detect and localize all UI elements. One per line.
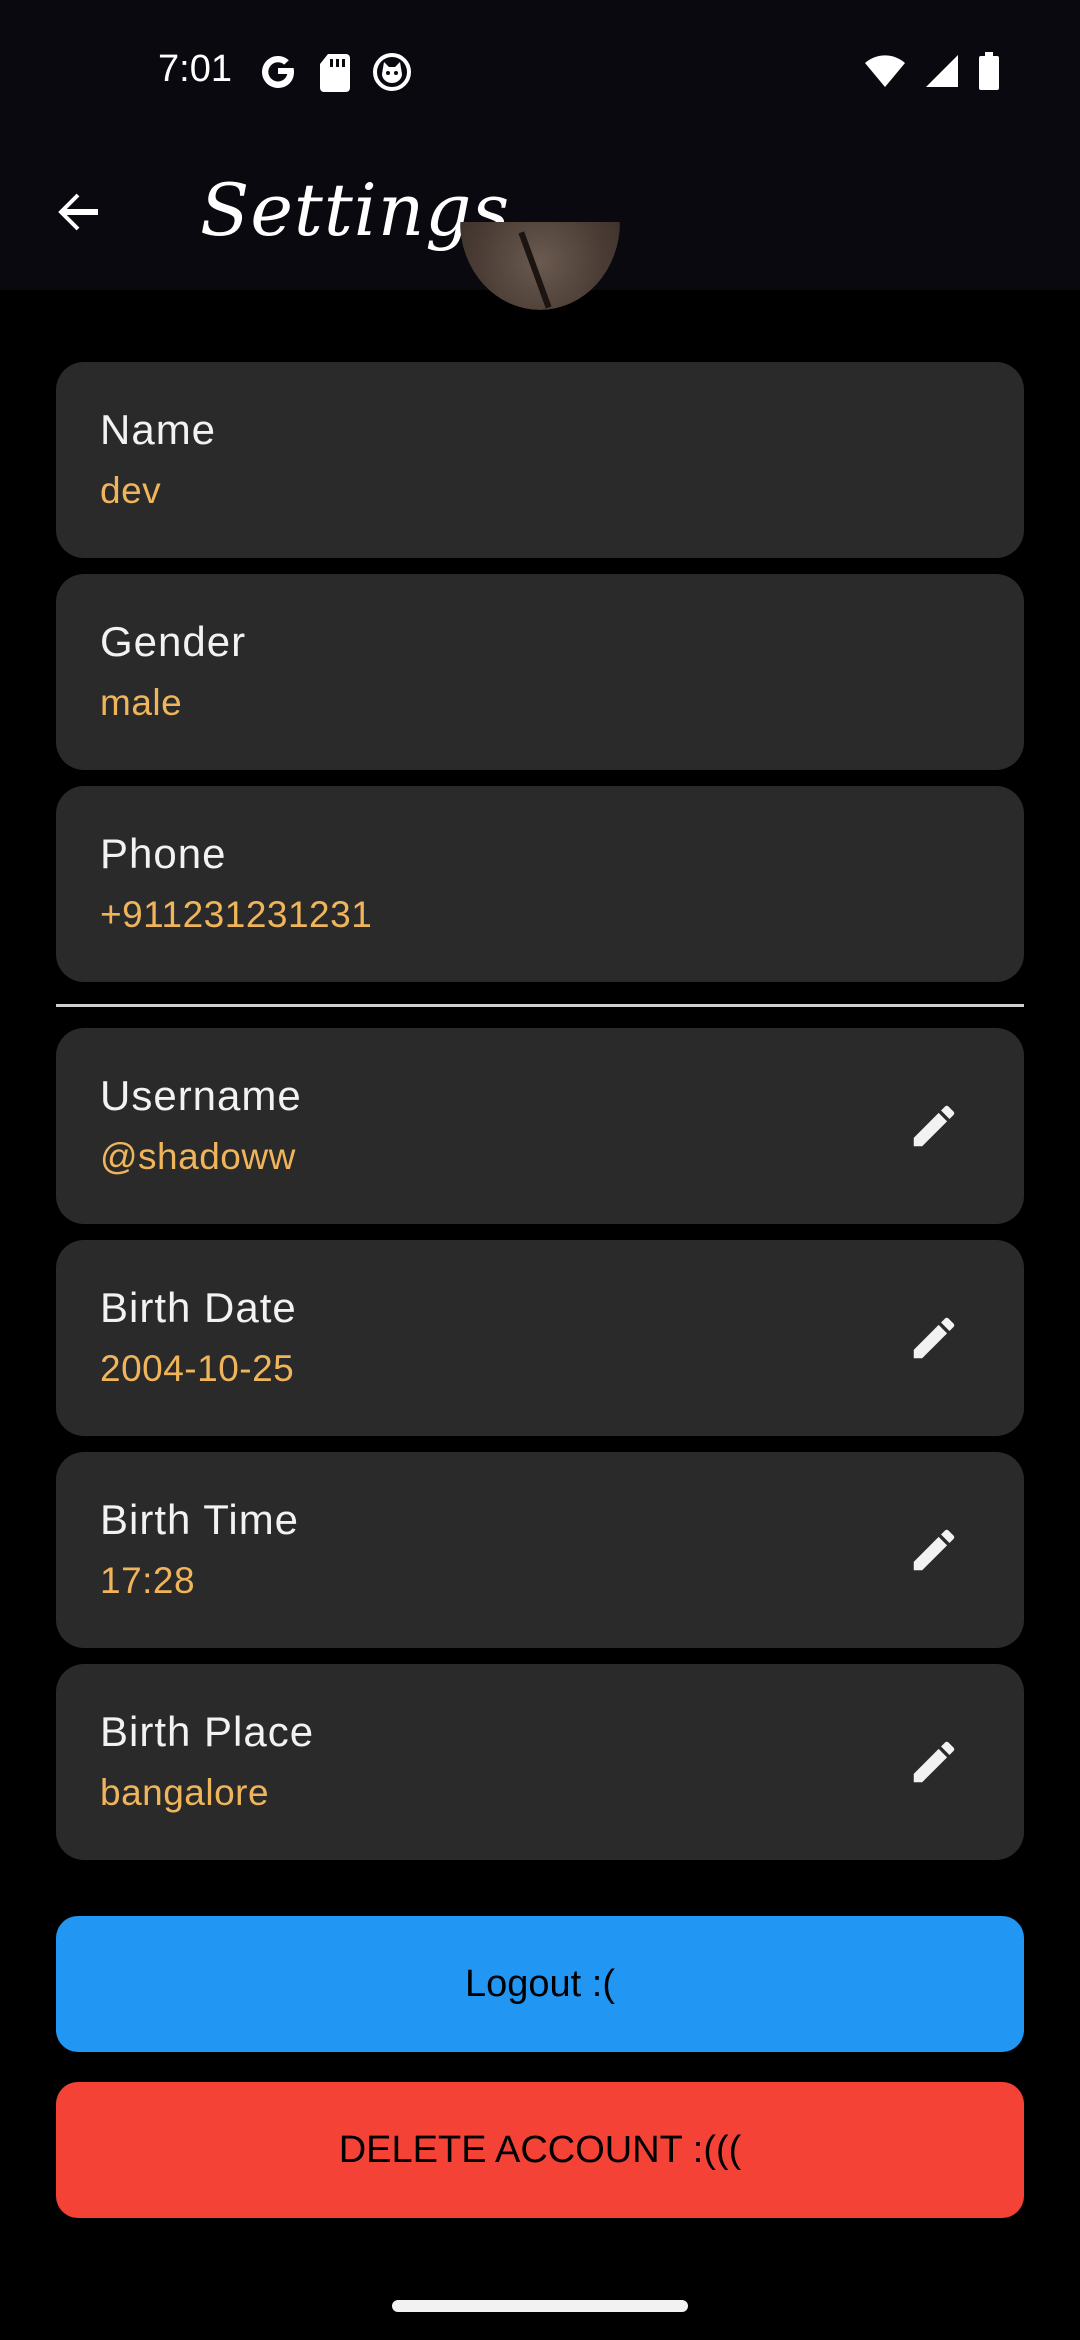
birth-place-card: Birth Place bangalore: [56, 1664, 1024, 1860]
wifi-icon: [865, 55, 905, 87]
username-label: Username: [100, 1072, 302, 1119]
name-label: Name: [100, 406, 217, 453]
sd-card-icon: [320, 54, 350, 92]
status-time: 7:01: [158, 48, 232, 90]
phone-value: +911231231231: [100, 894, 373, 935]
birth-time-value: 17:28: [100, 1560, 196, 1601]
birth-date-label: Birth Date: [100, 1284, 297, 1331]
edit-birth-time-button[interactable]: [904, 1520, 964, 1580]
back-button[interactable]: [46, 180, 110, 244]
arrow-back-icon: [58, 193, 98, 231]
pencil-icon: [913, 1741, 955, 1783]
username-card: Username @shadoww: [56, 1028, 1024, 1224]
pencil-icon: [913, 1105, 955, 1147]
gender-card: Gender male: [56, 574, 1024, 770]
edit-birth-date-button[interactable]: [904, 1308, 964, 1368]
avatar[interactable]: [460, 222, 620, 310]
google-icon: [261, 56, 294, 88]
cat-notification-icon: [373, 53, 411, 91]
edit-birth-place-button[interactable]: [904, 1732, 964, 1792]
delete-account-button[interactable]: DELETE ACCOUNT :(((: [56, 2082, 1024, 2218]
home-indicator[interactable]: [392, 2300, 688, 2312]
status-icons-right: [864, 52, 1000, 90]
birth-date-value: 2004-10-25: [100, 1348, 295, 1389]
birth-place-value: bangalore: [100, 1772, 270, 1813]
name-card: Name dev: [56, 362, 1024, 558]
birth-time-label: Birth Time: [100, 1496, 300, 1543]
birth-time-card: Birth Time 17:28: [56, 1452, 1024, 1648]
pencil-icon: [913, 1529, 955, 1571]
gender-label: Gender: [100, 618, 247, 665]
signal-icon: [926, 55, 958, 87]
divider: [56, 1004, 1024, 1007]
battery-icon: [979, 52, 999, 90]
gender-value: male: [100, 682, 183, 723]
phone-card: Phone +911231231231: [56, 786, 1024, 982]
username-value: @shadoww: [100, 1136, 296, 1177]
pencil-icon: [913, 1317, 955, 1359]
birth-date-card: Birth Date 2004-10-25: [56, 1240, 1024, 1436]
status-bar: 7:01: [0, 0, 1080, 140]
status-icons-left: [258, 52, 412, 92]
name-value: dev: [100, 470, 162, 511]
edit-username-button[interactable]: [904, 1096, 964, 1156]
birth-place-label: Birth Place: [100, 1708, 315, 1755]
logout-button[interactable]: Logout :(: [56, 1916, 1024, 2052]
phone-label: Phone: [100, 830, 227, 877]
